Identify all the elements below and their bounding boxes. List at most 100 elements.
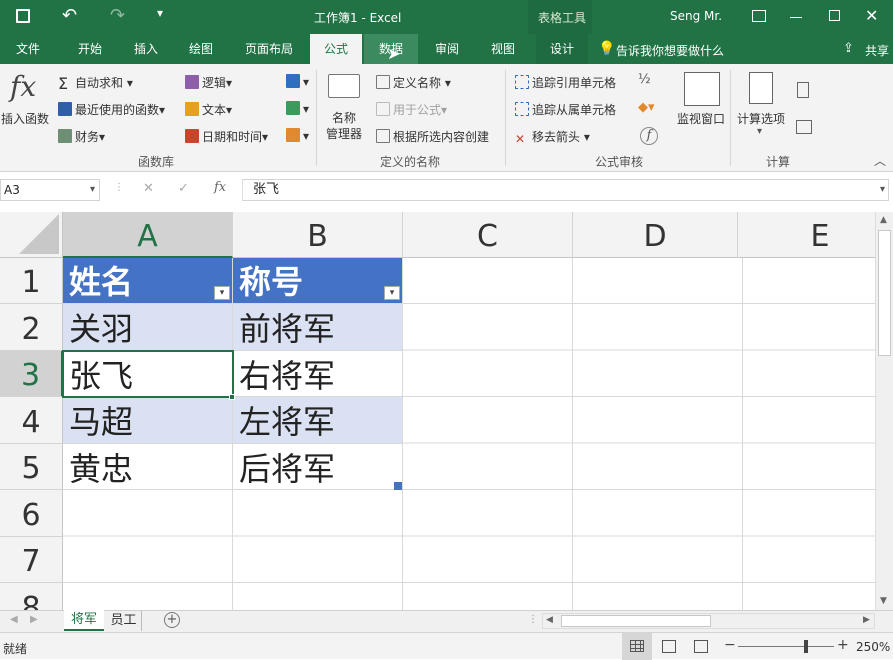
trace-dependents-button[interactable]: 追踪从属单元格 [515, 101, 616, 118]
tab-home[interactable]: 开始 [66, 34, 114, 64]
column-header-a[interactable]: A [63, 212, 233, 258]
redo-icon[interactable]: ↷ [110, 5, 125, 26]
cancel-icon[interactable]: ✕ [143, 181, 154, 196]
table-cell[interactable]: 左将军 [233, 397, 403, 444]
tab-design[interactable]: 设计 [536, 34, 588, 64]
sheet-tab-staff[interactable]: 员工 [106, 611, 142, 631]
financial-button[interactable]: 财务▾ [58, 128, 105, 145]
insert-function-button[interactable]: 插入函数 [1, 110, 49, 127]
share-icon[interactable]: ⇪ [843, 41, 854, 56]
fill-handle[interactable] [229, 394, 235, 400]
enter-icon[interactable]: ✓ [178, 181, 189, 196]
splitter-icon[interactable]: ⋮ [528, 614, 538, 625]
insert-function-icon[interactable]: fx [214, 180, 226, 195]
sheet-tab-generals[interactable]: 将军 [64, 610, 104, 631]
table-cell[interactable]: 马超 [63, 397, 233, 444]
add-sheet-icon[interactable]: + [164, 612, 180, 628]
error-checking-icon[interactable]: ◆▾ [638, 100, 655, 115]
restore-icon[interactable] [829, 10, 840, 21]
worksheet-grid[interactable]: A B C D E 1 2 3 4 5 6 7 8 姓名 ▾ 称号 ▾ 关羽 前… [0, 212, 875, 610]
prev-sheet-icon[interactable]: ◀ [10, 614, 18, 625]
table-cell[interactable]: 黄忠 [63, 444, 233, 490]
recent-functions-button[interactable]: 最近使用的函数▾ [58, 101, 165, 118]
select-all-corner[interactable] [0, 212, 63, 258]
zoom-out-button[interactable]: − [724, 637, 736, 653]
ribbon-display-icon[interactable] [752, 10, 766, 22]
create-from-selection-button[interactable]: 根据所选内容创建 [376, 128, 489, 145]
calculation-options-button[interactable]: 计算选项 [737, 110, 785, 127]
datetime-button[interactable]: 日期和时间▾ [185, 128, 268, 145]
more-functions-button[interactable]: ▾ [286, 128, 309, 143]
calculate-sheet-icon[interactable] [796, 120, 812, 134]
trace-precedents-button[interactable]: 追踪引用单元格 [515, 74, 616, 91]
share-button[interactable]: 共享 [865, 42, 889, 59]
table-cell[interactable]: 后将军 [233, 444, 403, 490]
user-name[interactable]: Seng Mr. [670, 9, 722, 23]
tab-insert[interactable]: 插入 [122, 34, 170, 64]
tab-view[interactable]: 视图 [478, 34, 528, 64]
zoom-slider[interactable] [738, 646, 834, 647]
name-manager-label-2[interactable]: 管理器 [326, 125, 362, 142]
page-layout-view-icon[interactable] [662, 640, 676, 653]
horizontal-scroll-thumb[interactable] [561, 615, 711, 627]
undo-icon[interactable]: ↶ [62, 5, 77, 26]
fx-icon[interactable]: fx [10, 70, 36, 103]
calculate-now-icon[interactable] [797, 82, 809, 98]
row-header-5[interactable]: 5 [0, 444, 63, 490]
name-manager-label-1[interactable]: 名称 [332, 109, 356, 126]
minimize-icon[interactable] [790, 17, 802, 18]
text-button[interactable]: 文本▾ [185, 101, 232, 118]
autosum-button[interactable]: Σ 自动求和 ▾ [58, 74, 133, 93]
filter-dropdown-icon[interactable]: ▾ [384, 286, 400, 300]
zoom-slider-thumb[interactable] [804, 640, 808, 653]
logical-button[interactable]: 逻辑▾ [185, 74, 232, 91]
horizontal-scrollbar[interactable]: ◀ ▶ [542, 613, 875, 629]
scroll-up-icon[interactable]: ▲ [880, 215, 887, 225]
normal-view-button[interactable] [622, 633, 652, 660]
watch-window-button[interactable]: 监视窗口 [677, 110, 725, 127]
table-header-title[interactable]: 称号 ▾ [233, 258, 403, 304]
table-header-name[interactable]: 姓名 ▾ [63, 258, 233, 304]
close-icon[interactable]: ✕ [865, 6, 878, 25]
scroll-left-icon[interactable]: ◀ [546, 615, 553, 625]
table-cell[interactable]: 右将军 [233, 351, 403, 397]
row-header-2[interactable]: 2 [0, 304, 63, 351]
tab-formulas[interactable]: 公式 [310, 34, 362, 64]
tab-page-layout[interactable]: 页面布局 [238, 34, 300, 64]
math-button[interactable]: ▾ [286, 101, 309, 116]
save-icon[interactable] [16, 9, 30, 23]
tell-me-input[interactable]: 告诉我你想要做什么 [616, 42, 724, 59]
row-header-3[interactable]: 3 [0, 351, 63, 397]
column-header-c[interactable]: C [403, 212, 573, 258]
row-header-7[interactable]: 7 [0, 537, 63, 583]
row-header-4[interactable]: 4 [0, 397, 63, 444]
tab-draw[interactable]: 绘图 [177, 34, 225, 64]
table-cell[interactable]: 关羽 [63, 304, 233, 351]
row-header-8[interactable]: 8 [0, 583, 63, 610]
lookup-button[interactable]: ▾ [286, 74, 309, 89]
formula-input[interactable]: 张飞 ▾ [242, 179, 889, 201]
scroll-right-icon[interactable]: ▶ [863, 615, 870, 625]
next-sheet-icon[interactable]: ▶ [30, 614, 38, 625]
zoom-in-button[interactable]: + [837, 637, 849, 653]
show-formulas-icon[interactable]: ½ [638, 72, 651, 87]
filter-dropdown-icon[interactable]: ▾ [214, 286, 230, 300]
name-box-dropdown-icon[interactable]: ▾ [90, 180, 95, 200]
column-header-e[interactable]: E [738, 212, 875, 258]
expand-formula-bar-icon[interactable]: ▾ [880, 180, 885, 200]
tab-review[interactable]: 审阅 [422, 34, 472, 64]
tab-file[interactable]: 文件 [0, 34, 56, 64]
column-header-b[interactable]: B [233, 212, 403, 258]
table-resize-handle-icon[interactable] [394, 482, 402, 490]
row-header-1[interactable]: 1 [0, 258, 63, 304]
evaluate-formula-icon[interactable]: f [640, 127, 658, 145]
row-header-6[interactable]: 6 [0, 490, 63, 537]
use-in-formula-button[interactable]: 用于公式▾ [376, 101, 447, 118]
name-box[interactable]: A3 ▾ [0, 179, 100, 201]
zoom-level[interactable]: 250% [856, 640, 890, 654]
remove-arrows-button[interactable]: ✕ 移去箭头 ▾ [515, 128, 590, 146]
table-cell[interactable]: 前将军 [233, 304, 403, 351]
define-name-button[interactable]: 定义名称 ▾ [376, 74, 451, 91]
customize-qat-icon[interactable]: ▾ [157, 6, 163, 20]
vertical-scrollbar[interactable]: ▲ ▼ [875, 212, 893, 610]
